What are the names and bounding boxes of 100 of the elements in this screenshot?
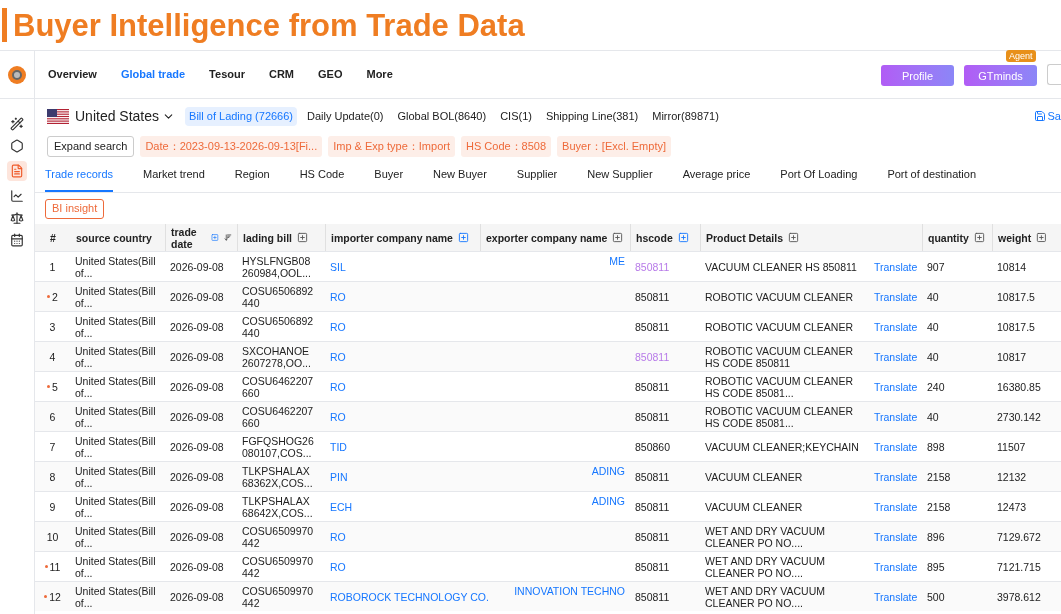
add-column-icon[interactable] (612, 232, 624, 243)
bi-insight-button[interactable]: BI insight (45, 198, 105, 219)
hscode-link[interactable]: 850811 (635, 260, 670, 273)
table-cell: 2026-09-08 (170, 290, 224, 303)
view-tab[interactable]: Port Of Loading (780, 165, 858, 192)
filter-tag[interactable]: Date：2023-09-13-2026-09-13[Fi... (140, 135, 323, 157)
country-select[interactable]: United States (75, 105, 176, 127)
save-link[interactable]: Sa (1033, 107, 1061, 125)
document-icon[interactable] (7, 161, 27, 181)
hscode-link[interactable]: 850811 (635, 350, 670, 363)
translate-link[interactable]: Translate (874, 290, 918, 303)
hscode-link[interactable]: 850811 (635, 530, 670, 543)
source-tab[interactable]: Shipping Line(381) (541, 106, 643, 126)
table-cell: 10814 (997, 260, 1027, 273)
translate-link[interactable]: Translate (874, 440, 918, 453)
view-tab[interactable]: New Buyer (433, 165, 487, 192)
hscode-link[interactable]: 850860 (635, 440, 671, 453)
translate-link[interactable]: Translate (874, 590, 918, 603)
table-cell: 7121.715 (997, 560, 1041, 573)
view-tab[interactable]: Port of destination (887, 165, 977, 192)
table-cell: 2026-09-08 (170, 320, 224, 333)
add-column-icon[interactable] (1036, 232, 1047, 243)
nav-link[interactable]: Tesour (209, 66, 245, 83)
translate-link[interactable]: Translate (874, 470, 918, 483)
source-tab[interactable]: Global BOL(8640) (393, 106, 491, 126)
table-cell-text: COSU6462207 660 (242, 374, 315, 399)
nav-link[interactable]: GEO (318, 66, 343, 83)
add-column-icon[interactable] (973, 232, 985, 243)
expand-search-button[interactable]: Expand search (47, 135, 135, 157)
view-tab[interactable]: Market trend (143, 165, 205, 192)
translate-link[interactable]: Translate (874, 350, 918, 363)
exporter-link[interactable]: INNOVATION TECHNO (514, 585, 625, 597)
chart-icon[interactable] (10, 189, 24, 203)
profile-button[interactable]: Profile (881, 65, 954, 87)
hscode-link[interactable]: 850811 (635, 500, 670, 513)
importer-link[interactable]: RO (330, 320, 346, 333)
add-column-icon[interactable] (788, 232, 800, 243)
importer-link[interactable]: PIN (330, 470, 348, 483)
exporter-link[interactable]: ADING (591, 495, 625, 507)
hexagon-icon[interactable] (10, 139, 24, 153)
table-cell: VACUUM CLEANER;KEYCHAIN (705, 440, 859, 453)
filter-tag[interactable]: Buyer：[Excl. Empty] (557, 135, 671, 157)
importer-link[interactable]: RO (330, 530, 346, 543)
scale-icon[interactable] (10, 211, 24, 225)
view-tab[interactable]: Average price (682, 165, 751, 192)
table-cell-text: COSU6509970 442 (242, 524, 315, 549)
exporter-link[interactable]: ADING (591, 465, 625, 477)
source-tab[interactable]: Daily Update(0) (303, 106, 388, 126)
importer-link[interactable]: RO (330, 290, 346, 303)
hscode-link[interactable]: 850811 (635, 290, 670, 303)
translate-link[interactable]: Translate (874, 380, 918, 393)
hscode-link[interactable]: 850811 (635, 470, 670, 483)
importer-link[interactable]: ROBOROCK TECHNOLOGY CO. (330, 590, 489, 603)
importer-link[interactable]: SIL (330, 260, 346, 273)
table-cell: 11507 (997, 440, 1026, 453)
nav-link[interactable]: Overview (48, 66, 97, 83)
add-column-icon[interactable] (677, 232, 689, 243)
source-tab[interactable]: Mirror(89871) (648, 106, 723, 126)
magic-wand-icon[interactable] (10, 117, 24, 131)
column-header: # (50, 231, 56, 244)
hscode-link[interactable]: 850811 (635, 590, 670, 603)
hscode-link[interactable]: 850811 (635, 410, 670, 423)
nav-link[interactable]: Global trade (120, 66, 186, 83)
logo-icon[interactable] (8, 65, 26, 84)
view-tab[interactable]: Supplier (516, 165, 558, 192)
view-tab[interactable]: Region (234, 165, 270, 192)
hscode-link[interactable]: 850811 (635, 380, 670, 393)
translate-link[interactable]: Translate (874, 560, 918, 573)
filter-tag[interactable]: Imp & Exp type：Import (328, 135, 455, 157)
filter-tag[interactable]: HS Code：8508 (461, 135, 552, 157)
view-tab[interactable]: Buyer (374, 165, 404, 192)
sort-icon[interactable] (224, 232, 232, 243)
translate-link[interactable]: Translate (874, 500, 918, 513)
view-tab[interactable]: HS Code (299, 165, 345, 192)
source-tab[interactable]: CIS(1) (496, 106, 536, 126)
add-column-icon[interactable] (211, 232, 220, 243)
translate-link[interactable]: Translate (874, 320, 918, 333)
nav-link[interactable]: More (366, 66, 393, 83)
importer-link[interactable]: ECH (330, 500, 353, 513)
add-column-icon[interactable] (457, 232, 469, 243)
add-column-icon[interactable] (297, 232, 308, 243)
translate-link[interactable]: Translate (874, 260, 918, 273)
importer-link[interactable]: RO (330, 410, 346, 423)
hscode-link[interactable]: 850811 (635, 560, 670, 573)
source-tab[interactable]: Bill of Lading (72666) (185, 106, 298, 126)
table-cell: 896 (927, 530, 945, 543)
importer-link[interactable]: RO (330, 350, 346, 363)
calendar-icon[interactable] (10, 233, 24, 247)
gtminds-button[interactable]: GTminds (964, 65, 1037, 87)
importer-link[interactable]: RO (330, 560, 346, 573)
importer-link[interactable]: TID (330, 440, 347, 453)
nav-link[interactable]: CRM (268, 66, 295, 83)
importer-link[interactable]: RO (330, 380, 346, 393)
hscode-link[interactable]: 850811 (635, 320, 670, 333)
exporter-link[interactable]: ME (609, 255, 625, 267)
translate-link[interactable]: Translate (874, 410, 918, 423)
view-tab[interactable]: Trade records (45, 165, 114, 192)
view-tab[interactable]: New Supplier (587, 165, 653, 192)
table-cell: ROBOTIC VACUUM CLEANER (705, 320, 853, 333)
translate-link[interactable]: Translate (874, 530, 918, 543)
